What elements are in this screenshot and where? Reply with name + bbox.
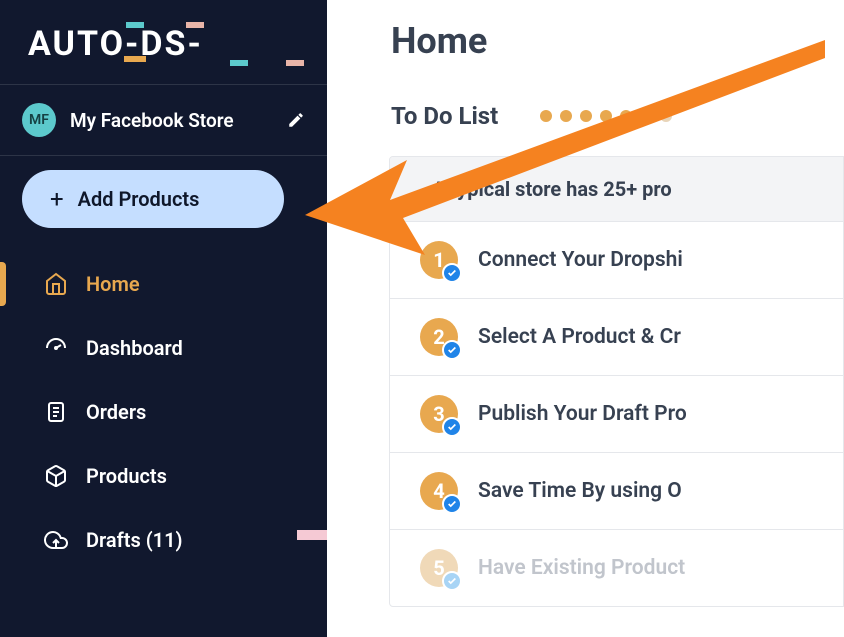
step-label: Select A Product & Cr [478, 325, 681, 349]
dot [620, 110, 632, 122]
store-selector[interactable]: MF My Facebook Store [0, 85, 327, 155]
add-products-label: Add Products [78, 187, 200, 211]
edit-icon[interactable] [287, 111, 305, 129]
sidebar-item-home[interactable]: Home [0, 252, 327, 316]
check-icon [442, 263, 462, 283]
add-products-button[interactable]: + Add Products [22, 170, 284, 228]
nav-label: Home [86, 272, 140, 296]
step-number-badge: 5 [420, 549, 458, 587]
step-label: Save Time By using O [478, 479, 682, 503]
step-label: Have Existing Product [478, 556, 685, 580]
dot [540, 110, 552, 122]
dot [580, 110, 592, 122]
nav-label: Products [86, 464, 167, 488]
home-icon [44, 272, 68, 296]
check-icon [442, 340, 462, 360]
sidebar-item-drafts[interactable]: Drafts (11) [0, 508, 327, 572]
nav-label: Drafts (11) [86, 528, 183, 552]
box-icon [44, 464, 68, 488]
todo-card: A typical store has 25+ pro 1 Connect Yo… [389, 156, 844, 607]
dot [560, 110, 572, 122]
dot [600, 110, 612, 122]
step-label: Connect Your Dropshi [478, 248, 683, 272]
todo-step[interactable]: 2 Select A Product & Cr [390, 298, 843, 375]
sidebar: AUTO-DS- MF My Facebook Store + Add Prod… [0, 0, 327, 637]
add-products-wrap: + Add Products [0, 156, 327, 246]
step-number-badge: 3 [420, 395, 458, 433]
main-content: Home To Do List A typical store has 25+ … [327, 0, 844, 637]
todo-step[interactable]: 4 Save Time By using O [390, 452, 843, 529]
step-label: Publish Your Draft Pro [478, 402, 687, 426]
clipboard-icon [44, 400, 68, 424]
todo-title: To Do List [391, 102, 498, 130]
nav-label: Dashboard [86, 336, 183, 360]
logo: AUTO-DS- [28, 24, 203, 64]
logo-accent [124, 56, 146, 62]
todo-step[interactable]: 5 Have Existing Product [390, 529, 843, 606]
plus-icon: + [50, 185, 64, 213]
check-icon [442, 417, 462, 437]
step-number-badge: 4 [420, 472, 458, 510]
sidebar-item-products[interactable]: Products [0, 444, 327, 508]
todo-header: To Do List [391, 102, 844, 130]
todo-step[interactable]: 1 Connect Your Dropshi [390, 221, 843, 298]
logo-accent [186, 22, 204, 28]
logo-area: AUTO-DS- [0, 0, 327, 84]
store-name: My Facebook Store [70, 109, 273, 132]
logo-accent [230, 60, 248, 66]
store-avatar: MF [22, 103, 56, 137]
step-number-badge: 2 [420, 318, 458, 356]
nav-list: Home Dashboard Orders Products Drafts (1… [0, 246, 327, 572]
todo-step[interactable]: 3 Publish Your Draft Pro [390, 375, 843, 452]
dot [660, 110, 672, 122]
check-icon [442, 571, 462, 591]
sidebar-item-orders[interactable]: Orders [0, 380, 327, 444]
logo-accent [126, 22, 144, 28]
sidebar-item-dashboard[interactable]: Dashboard [0, 316, 327, 380]
check-icon [442, 494, 462, 514]
step-number-badge: 1 [420, 241, 458, 279]
cloud-upload-icon [44, 528, 68, 552]
nav-label: Orders [86, 400, 146, 424]
page-title: Home [391, 20, 844, 62]
dot [640, 110, 652, 122]
gauge-icon [44, 336, 68, 360]
accent-bar [297, 530, 327, 540]
logo-accent [286, 60, 304, 66]
logo-text: AUTO-DS- [28, 24, 203, 64]
todo-banner: A typical store has 25+ pro [390, 157, 843, 221]
progress-dots [540, 110, 672, 122]
